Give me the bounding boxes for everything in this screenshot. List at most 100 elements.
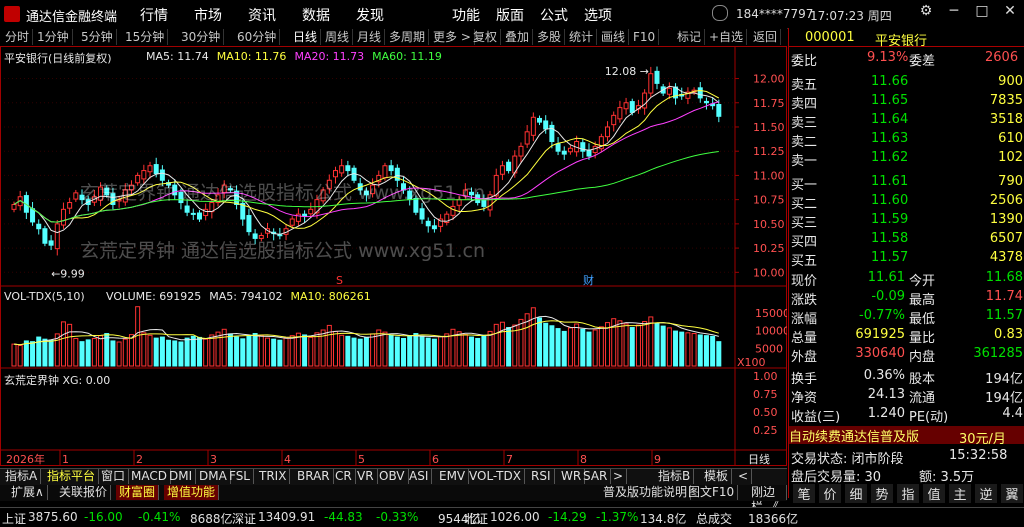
volume-bar: [357, 338, 363, 367]
toolbar-button[interactable]: 叠加: [502, 29, 534, 45]
extension-tab[interactable]: 普及版功能说明: [600, 485, 692, 500]
volume-bar: [17, 345, 23, 367]
indicator-tab[interactable]: CR: [332, 469, 356, 484]
index-name[interactable]: 北证: [464, 510, 488, 527]
volume-bar: [617, 320, 623, 367]
index-name[interactable]: 总成交: [696, 510, 732, 527]
panel-action-button[interactable]: 细: [845, 484, 867, 503]
panel-action-button[interactable]: 指: [897, 484, 919, 503]
ask-price[interactable]: 11.62: [871, 150, 908, 165]
menu-formula[interactable]: 公式: [540, 5, 568, 25]
user-avatar-icon[interactable]: [712, 5, 728, 21]
indicator-tab[interactable]: SAR: [580, 469, 612, 484]
index-name[interactable]: 深证: [232, 510, 256, 527]
help-icon[interactable]: ⚙: [912, 3, 940, 25]
ask-price[interactable]: 11.65: [871, 93, 908, 108]
fund-value: 194亿: [985, 391, 1023, 406]
promo-price[interactable]: 30元/月: [959, 428, 1006, 447]
panel-action-button[interactable]: 势: [871, 484, 893, 503]
extension-tab[interactable]: 扩展∧: [8, 485, 48, 500]
bid-price[interactable]: 11.60: [871, 193, 908, 208]
stat-value: 330640: [855, 346, 905, 361]
period-tab[interactable]: 月线: [354, 29, 386, 45]
index-name[interactable]: 上证: [2, 510, 26, 527]
kline-chart[interactable]: 10.0010.2510.5010.7511.0011.2511.5011.75…: [0, 46, 790, 466]
candle: [79, 194, 85, 201]
period-tab[interactable]: 5分钟: [78, 29, 117, 45]
indicator-tab[interactable]: RSI: [528, 469, 555, 484]
period-tab[interactable]: 30分钟: [178, 29, 225, 45]
period-tab[interactable]: 1分钟: [34, 29, 73, 45]
menu-data[interactable]: 数据: [302, 5, 330, 25]
toolbar-button[interactable]: 复权: [470, 29, 502, 45]
panel-action-button[interactable]: 笔: [793, 484, 815, 503]
indicator-tab[interactable]: 模板: [701, 469, 733, 484]
candle: [67, 202, 73, 209]
period-tab[interactable]: 更多 >: [430, 29, 475, 45]
bid-price[interactable]: 11.59: [871, 212, 908, 227]
month-label: 4: [284, 453, 291, 466]
bid-price[interactable]: 11.57: [871, 250, 908, 265]
period-tab[interactable]: 日线: [290, 29, 322, 45]
chart-area[interactable]: 10.00 10.25 10.50 10.75 11.00 11.25 11.50 11.75…: [0, 46, 790, 466]
extension-tab[interactable]: 关联报价: [56, 485, 112, 500]
panel-action-button[interactable]: 价: [819, 484, 841, 503]
menu-news[interactable]: 资讯: [248, 5, 276, 25]
indicator-tab[interactable]: OBV: [376, 469, 409, 484]
user-account[interactable]: 184****7797: [736, 7, 813, 21]
period-tab[interactable]: 分时: [2, 29, 34, 45]
indicator-tab[interactable]: FSL: [226, 469, 254, 484]
period-tab[interactable]: 多周期: [386, 29, 430, 45]
toolbar-button[interactable]: 统计: [566, 29, 598, 45]
ask-price[interactable]: 11.64: [871, 112, 908, 127]
indicator-tab[interactable]: MACD: [128, 469, 171, 484]
menu-discover[interactable]: 发现: [356, 5, 384, 25]
stat-label: 涨跌: [791, 293, 818, 308]
candle: [246, 215, 252, 233]
indicator-tab[interactable]: TRIX: [256, 469, 291, 484]
indicator-tab[interactable]: ASI: [406, 469, 433, 484]
close-icon[interactable]: ✕: [996, 3, 1024, 25]
menu-layout[interactable]: 版面: [496, 5, 524, 25]
bid-price[interactable]: 11.61: [871, 174, 908, 189]
panel-action-button[interactable]: 主: [949, 484, 971, 503]
toolbar-button[interactable]: 返回: [750, 29, 782, 45]
indicator-tab[interactable]: >: [610, 469, 628, 484]
extension-tab[interactable]: 增值功能: [164, 485, 220, 500]
panel-action-button[interactable]: 翼: [1001, 484, 1023, 503]
maximize-icon[interactable]: □: [968, 3, 996, 25]
bid-price[interactable]: 11.58: [871, 231, 908, 246]
extension-tab[interactable]: 刚边栏 《: [748, 485, 787, 514]
indicator-tab[interactable]: 指标B: [655, 469, 695, 484]
toolbar-button[interactable]: F10: [630, 29, 660, 45]
extension-tab[interactable]: 图文F10: [685, 485, 739, 500]
indicator-tab[interactable]: 指标平台: [44, 469, 100, 484]
period-tab[interactable]: 15分钟: [122, 29, 169, 45]
period-tab[interactable]: 周线: [322, 29, 354, 45]
indicator-tab[interactable]: 指标A: [2, 469, 42, 484]
menu-market[interactable]: 市场: [194, 5, 222, 25]
extension-tab[interactable]: 财富圈: [116, 485, 160, 500]
indicator-tab[interactable]: <: [735, 469, 753, 484]
indicator-tab[interactable]: VR: [354, 469, 378, 484]
toolbar-button[interactable]: 多股: [534, 29, 566, 45]
candle: [524, 131, 530, 145]
indicator-tab[interactable]: VOL-TDX: [466, 469, 525, 484]
panel-action-button[interactable]: 值: [923, 484, 945, 503]
toolbar-button[interactable]: 画线: [598, 29, 630, 45]
period-tab[interactable]: 60分钟: [234, 29, 281, 45]
indicator-tab[interactable]: DMI: [166, 469, 197, 484]
minimize-icon[interactable]: ─: [940, 3, 968, 25]
toolbar-button[interactable]: 标记: [674, 29, 706, 45]
menu-functions[interactable]: 功能: [452, 5, 480, 25]
ask-price[interactable]: 11.66: [871, 74, 908, 89]
ask-price[interactable]: 11.63: [871, 131, 908, 146]
indicator-tab[interactable]: EMV: [436, 469, 470, 484]
indicator-tab[interactable]: BRAR: [294, 469, 334, 484]
menu-quotes[interactable]: 行情: [140, 5, 168, 25]
volume-bar: [271, 338, 277, 367]
indicator-tab[interactable]: 窗口: [98, 469, 130, 484]
panel-action-button[interactable]: 逆: [975, 484, 997, 503]
toolbar-button[interactable]: +自选: [706, 29, 748, 45]
menu-options[interactable]: 选项: [584, 5, 612, 25]
